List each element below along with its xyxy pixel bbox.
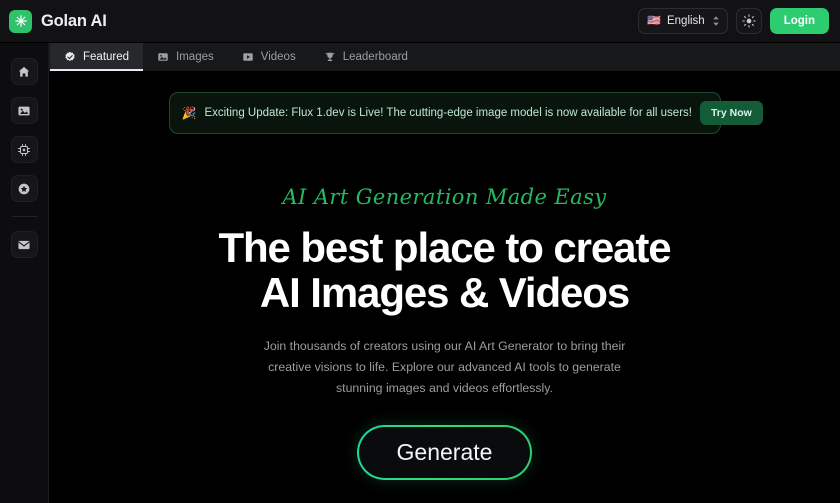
generate-button-border: Generate [356, 425, 533, 481]
party-popper-icon: 🎉 [181, 106, 197, 120]
image-icon [157, 51, 169, 63]
tab-videos[interactable]: Videos [228, 43, 310, 71]
sidebar-item-home[interactable] [10, 58, 38, 85]
theme-toggle-button[interactable] [735, 8, 762, 34]
brand-logo [9, 9, 32, 33]
announcement-banner: 🎉 Exciting Update: Flux 1.dev is Live! T… [168, 92, 763, 134]
verified-badge-icon [64, 51, 76, 63]
tab-label: Images [176, 51, 214, 63]
try-now-button[interactable]: Try Now [699, 101, 763, 125]
generate-button[interactable]: Generate [358, 427, 531, 479]
brand[interactable]: Golan AI [9, 9, 107, 33]
tab-label: Videos [260, 51, 296, 63]
tab-label: Leaderboard [342, 51, 408, 63]
body: Featured Images Videos Leaderboard 🎉 Exc… [0, 43, 840, 503]
trophy-icon [324, 51, 336, 63]
hero-title-line-1: The best place to create [218, 224, 671, 271]
hero-title-line-2: AI Images & Videos [259, 269, 630, 317]
sidebar-item-models[interactable] [10, 136, 38, 163]
top-bar-actions: 🇺🇸 English Login [638, 8, 829, 34]
app-root: Golan AI 🇺🇸 English Login Featured Image… [0, 0, 840, 503]
tab-bar: Featured Images Videos Leaderboard [49, 43, 840, 71]
asterisk-star-icon [14, 15, 27, 27]
page-title: The best place to create AI Images & Vid… [218, 224, 671, 317]
brand-name: Golan AI [41, 11, 107, 30]
image-icon [18, 106, 30, 115]
main-content: Featured Images Videos Leaderboard 🎉 Exc… [49, 43, 840, 503]
tab-images[interactable]: Images [143, 43, 228, 71]
video-play-icon [242, 51, 254, 63]
sidebar-divider [11, 216, 37, 217]
announcement-text: Exciting Update: Flux 1.dev is Live! The… [204, 107, 692, 119]
sidebar-item-images[interactable] [10, 97, 38, 124]
home-icon [18, 66, 30, 77]
flag-icon: 🇺🇸 [647, 14, 661, 27]
hero-section: AI Art Generation Made Easy The best pla… [49, 134, 840, 503]
hero-subtitle: Join thousands of creators using our AI … [263, 338, 626, 395]
language-selector[interactable]: 🇺🇸 English [638, 8, 728, 34]
sun-icon [742, 14, 756, 28]
tab-leaderboard[interactable]: Leaderboard [310, 43, 422, 71]
announcement-banner-wrap: 🎉 Exciting Update: Flux 1.dev is Live! T… [49, 71, 840, 134]
tab-label: Featured [83, 51, 130, 63]
mail-icon [18, 240, 30, 249]
sidebar [0, 43, 49, 503]
sidebar-item-favorites[interactable] [10, 175, 38, 202]
login-button[interactable]: Login [769, 8, 829, 34]
chevron-up-down-icon [712, 15, 720, 27]
hero-tagline: AI Art Generation Made Easy [282, 185, 607, 209]
language-label: English [666, 15, 705, 27]
sidebar-item-mail[interactable] [10, 231, 38, 258]
tab-featured[interactable]: Featured [50, 43, 144, 71]
cpu-chip-icon [18, 143, 30, 156]
top-bar: Golan AI 🇺🇸 English Login [0, 0, 840, 43]
star-circle-icon [18, 183, 30, 194]
